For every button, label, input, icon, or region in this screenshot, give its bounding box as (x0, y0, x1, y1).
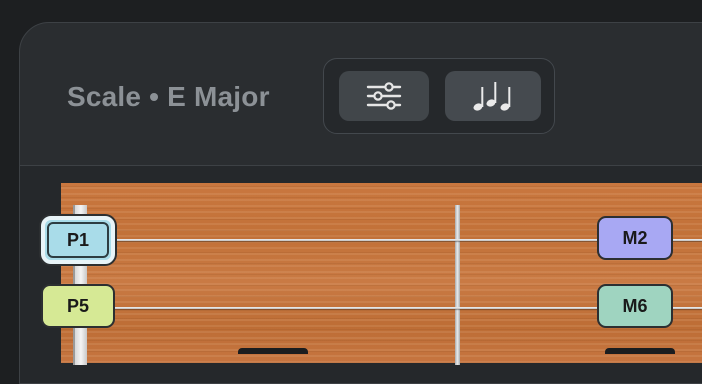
sliders-icon (366, 82, 402, 110)
note-marker-p5[interactable]: P5 (41, 284, 115, 328)
panel-header: Scale • E Major (20, 23, 702, 166)
notes-button[interactable] (445, 71, 541, 121)
note-marker-partial[interactable] (238, 348, 308, 354)
scale-title: Scale • E Major (67, 81, 270, 112)
note-label: P1 (47, 222, 109, 258)
view-mode-segmented-control (323, 58, 555, 134)
note-marker-m2[interactable]: M2 (597, 216, 673, 260)
fret-wire (455, 205, 460, 365)
fretboard-wood (61, 183, 702, 363)
note-marker-partial[interactable] (605, 348, 675, 354)
settings-button[interactable] (339, 71, 429, 121)
music-notes-icon (473, 82, 511, 111)
note-marker-p1[interactable]: P1 (41, 216, 115, 264)
note-marker-m6[interactable]: M6 (597, 284, 673, 328)
